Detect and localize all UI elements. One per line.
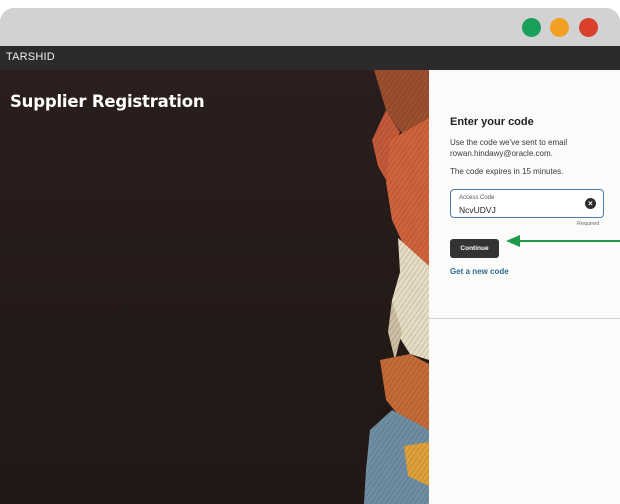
clear-input-icon[interactable]: × bbox=[585, 198, 596, 209]
access-code-input[interactable] bbox=[459, 204, 579, 215]
close-button[interactable] bbox=[579, 18, 598, 37]
code-expiry-text: The code expires in 15 minutes. bbox=[450, 167, 564, 176]
panel-divider bbox=[429, 318, 620, 319]
hero-banner: Supplier Registration bbox=[0, 70, 429, 504]
required-hint: Required bbox=[577, 221, 600, 227]
decorative-artwork bbox=[364, 70, 429, 504]
browser-window: TARSHID Supplier Registration Enter your… bbox=[0, 8, 620, 504]
panel-heading: Enter your code bbox=[450, 116, 534, 128]
access-code-field[interactable]: Access Code × bbox=[450, 189, 604, 218]
get-new-code-link[interactable]: Get a new code bbox=[450, 267, 509, 276]
maximize-button[interactable] bbox=[522, 18, 541, 37]
brand-name: TARSHID bbox=[6, 51, 55, 63]
verification-panel: Enter your code Use the code we've sent … bbox=[429, 70, 620, 504]
window-title-bar bbox=[0, 8, 620, 46]
continue-button[interactable]: Continue bbox=[450, 239, 499, 258]
minimize-button[interactable] bbox=[550, 18, 569, 37]
app-header: TARSHID bbox=[0, 46, 620, 70]
code-sent-text: Use the code we've sent to email rowan.h… bbox=[450, 138, 568, 158]
art-shapes bbox=[364, 70, 429, 504]
page-title: Supplier Registration bbox=[10, 92, 205, 111]
arrow-left-icon bbox=[506, 235, 620, 247]
access-code-label: Access Code bbox=[459, 195, 495, 201]
